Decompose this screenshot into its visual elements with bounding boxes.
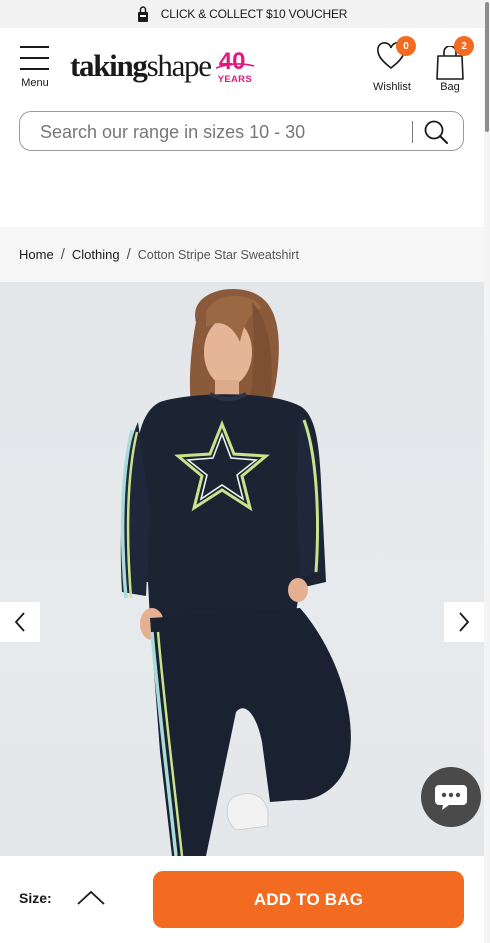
next-image-button[interactable] xyxy=(444,602,484,642)
bag-count-badge: 2 xyxy=(454,36,474,56)
hamburger-icon xyxy=(20,46,49,48)
chat-bubble-icon xyxy=(435,785,467,810)
bag-button[interactable]: 2 Bag xyxy=(426,36,474,96)
previous-image-button[interactable] xyxy=(0,602,40,642)
anniversary-badge: 40 YEARS xyxy=(215,49,255,85)
wishlist-count-badge: 0 xyxy=(396,36,416,56)
size-label: Size: xyxy=(19,890,52,906)
promo-banner[interactable]: CLICK & COLLECT $10 VOUCHER xyxy=(0,0,484,28)
add-to-bag-button[interactable]: ADD TO BAG xyxy=(153,871,464,928)
anniversary-years: YEARS xyxy=(217,74,252,85)
chat-button[interactable] xyxy=(421,767,481,827)
search-bar xyxy=(19,111,464,151)
breadcrumb-separator: / xyxy=(126,246,131,263)
site-logo[interactable]: takingshape 40 YEARS xyxy=(70,48,255,90)
hamburger-icon-bar xyxy=(20,68,49,70)
product-page: CLICK & COLLECT $10 VOUCHER Menu takings… xyxy=(0,0,490,943)
shopping-bag-icon xyxy=(137,6,148,22)
logo-word-shape: shape xyxy=(146,48,212,83)
size-selector-toggle[interactable] xyxy=(74,886,108,910)
search-button[interactable] xyxy=(420,117,452,147)
site-header: Menu takingshape 40 YEARS 0 Wishlist 2 B… xyxy=(0,28,484,100)
chevron-up-icon xyxy=(77,890,105,905)
breadcrumb-separator: / xyxy=(60,246,65,263)
bag-label: Bag xyxy=(440,81,460,93)
wishlist-label: Wishlist xyxy=(373,81,411,93)
menu-label: Menu xyxy=(21,77,49,89)
chevron-left-icon xyxy=(14,612,25,632)
page-scrollbar[interactable] xyxy=(484,0,490,943)
search-input[interactable] xyxy=(40,120,400,144)
scrollbar-thumb[interactable] xyxy=(485,2,489,132)
breadcrumb-current: Cotton Stripe Star Sweatshirt xyxy=(137,247,299,262)
breadcrumb-clothing[interactable]: Clothing xyxy=(72,247,120,262)
logo-word-taking: taking xyxy=(70,48,148,83)
promo-text: CLICK & COLLECT $10 VOUCHER xyxy=(160,7,348,21)
product-photo xyxy=(120,289,351,856)
wishlist-button[interactable]: 0 Wishlist xyxy=(368,36,416,96)
chevron-right-icon xyxy=(459,612,470,632)
menu-button[interactable]: Menu xyxy=(18,44,52,90)
product-image-gallery[interactable] xyxy=(0,282,484,856)
logo-wordmark: takingshape xyxy=(70,48,212,83)
search-icon xyxy=(424,120,448,144)
hamburger-icon-bar xyxy=(20,57,49,59)
search-divider xyxy=(412,121,413,143)
breadcrumb-home[interactable]: Home xyxy=(19,247,54,262)
anniversary-swoosh-icon xyxy=(215,63,254,69)
product-action-bar: Size: ADD TO BAG xyxy=(0,856,484,943)
breadcrumb: Home / Clothing / Cotton Stripe Star Swe… xyxy=(0,227,484,282)
